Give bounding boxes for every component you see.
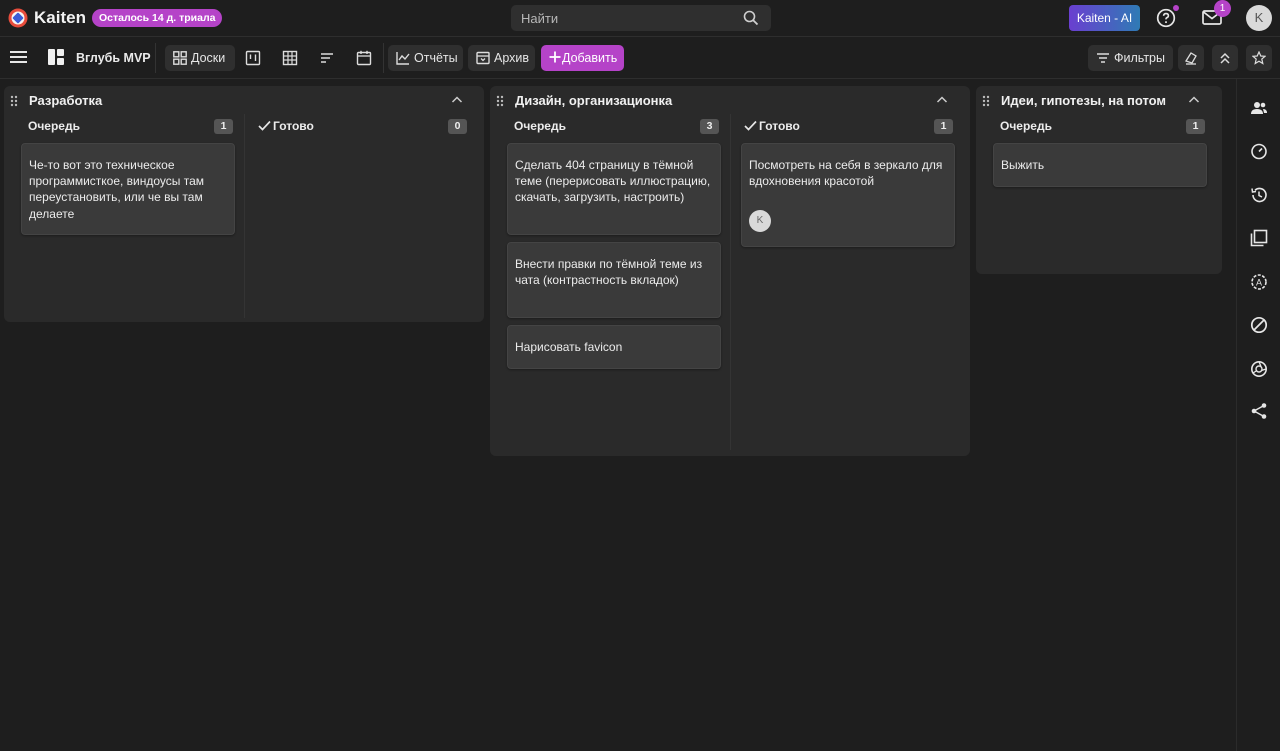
filters-button[interactable]: Фильтры (1088, 45, 1173, 71)
card-text: Че-то вот это техническое программисткое… (29, 158, 205, 221)
column-title-queue[interactable]: Очередь (1000, 119, 1052, 133)
table-icon (282, 50, 298, 66)
reports-icon (396, 52, 410, 65)
card[interactable]: Внести правки по тёмной теме из чата (ко… (507, 242, 721, 318)
help-notification-dot (1173, 5, 1179, 11)
drag-handle-icon[interactable] (10, 95, 18, 107)
card-text: Нарисовать favicon (515, 340, 623, 354)
history-icon[interactable] (1250, 186, 1268, 204)
collapse-all-button[interactable] (1212, 45, 1238, 71)
search-placeholder: Найти (521, 11, 559, 26)
card-text: Выжить (1001, 158, 1045, 172)
star-icon (1252, 51, 1266, 65)
boards-view-button[interactable]: Доски (165, 45, 235, 71)
archive-label: Архив (494, 51, 530, 65)
users-icon[interactable] (1250, 99, 1268, 117)
card-assignee-avatar[interactable]: K (749, 210, 771, 232)
board-design: Дизайн, организационка Очередь 3 Сделать… (490, 86, 970, 456)
eraser-icon (1185, 52, 1197, 65)
column-title-done[interactable]: Готово (273, 119, 314, 133)
kanban-view-button[interactable] (240, 45, 266, 71)
column-count: 3 (700, 119, 719, 134)
user-avatar[interactable]: K (1246, 5, 1272, 31)
space-icon (48, 49, 64, 65)
automation-icon[interactable]: A (1250, 273, 1268, 291)
check-icon (744, 120, 757, 131)
filter-icon (1097, 53, 1109, 63)
search-icon[interactable] (743, 10, 759, 26)
top-bar: Kaiten Осталось 14 д. триала Найти Kaite… (0, 0, 1280, 37)
board-title[interactable]: Разработка (29, 93, 102, 108)
search-input[interactable]: Найти (511, 5, 771, 31)
card[interactable]: Нарисовать favicon (507, 325, 721, 369)
calendar-view-button[interactable] (351, 45, 377, 71)
kanban-icon (245, 50, 261, 66)
card-text: Посмотреть на себя в зеркало для вдохнов… (749, 158, 943, 189)
plus-icon (549, 51, 561, 63)
column-title-queue[interactable]: Очередь (514, 119, 566, 133)
table-view-button[interactable] (277, 45, 303, 71)
card-text: Внести правки по тёмной теме из чата (ко… (515, 257, 703, 288)
column-count: 1 (1186, 119, 1205, 134)
board-ideas: Идеи, гипотезы, на потом Очередь 1 Выжит… (976, 86, 1222, 274)
drag-handle-icon[interactable] (982, 95, 990, 107)
divider (383, 43, 384, 73)
archive-icon (476, 51, 490, 65)
calendar-icon (356, 50, 372, 66)
chevron-up-icon[interactable] (1188, 95, 1200, 105)
chevron-up-icon[interactable] (451, 95, 463, 105)
copy-icon[interactable] (1250, 229, 1268, 247)
space-name[interactable]: Вглубь MVP (76, 51, 151, 65)
timer-icon[interactable] (1250, 142, 1268, 160)
notification-badge: 1 (1214, 0, 1231, 17)
trial-badge[interactable]: Осталось 14 д. триала (92, 9, 223, 27)
chevrons-up-icon (1220, 52, 1230, 64)
board-title[interactable]: Дизайн, организационка (515, 93, 672, 108)
archive-button[interactable]: Архив (468, 45, 535, 71)
chevron-up-icon[interactable] (936, 95, 948, 105)
check-icon (258, 120, 271, 131)
favorite-button[interactable] (1246, 45, 1272, 71)
help-icon[interactable] (1156, 8, 1176, 28)
divider (155, 43, 156, 73)
board-development: Разработка Очередь 1 Че-то вот это техни… (4, 86, 484, 322)
card-text: Сделать 404 страницу в тёмной теме (пере… (515, 158, 711, 205)
block-icon[interactable] (1250, 316, 1268, 334)
column-count: 1 (934, 119, 953, 134)
right-sidebar: A (1236, 79, 1280, 751)
share-icon[interactable] (1250, 402, 1268, 420)
card[interactable]: Выжить (993, 143, 1207, 187)
drag-handle-icon[interactable] (496, 95, 504, 107)
column-count: 0 (448, 119, 467, 134)
kaiten-ai-button[interactable]: Kaiten - AI (1069, 5, 1140, 31)
aperture-icon[interactable] (1250, 360, 1268, 378)
list-view-button[interactable] (314, 45, 340, 71)
kaiten-logo-icon[interactable] (8, 8, 28, 28)
add-label: Добавить (562, 51, 618, 65)
card[interactable]: Че-то вот это техническое программисткое… (21, 143, 235, 235)
reports-button[interactable]: Отчёты (388, 45, 463, 71)
column-count: 1 (214, 119, 233, 134)
boards-label: Доски (191, 51, 226, 65)
svg-text:A: A (1256, 278, 1262, 288)
menu-icon[interactable] (10, 50, 28, 64)
card[interactable]: Сделать 404 страницу в тёмной теме (пере… (507, 143, 721, 235)
board-toolbar: Вглубь MVP Доски Отчёты Архив Добавить Ф… (0, 37, 1280, 79)
column-divider (244, 114, 245, 318)
sort-list-icon (321, 53, 333, 63)
filters-label: Фильтры (1114, 51, 1165, 65)
eraser-button[interactable] (1178, 45, 1204, 71)
card[interactable]: Посмотреть на себя в зеркало для вдохнов… (741, 143, 955, 247)
board-view-icon (173, 51, 187, 65)
add-button[interactable]: Добавить (541, 45, 624, 71)
board-title[interactable]: Идеи, гипотезы, на потом (1001, 93, 1166, 108)
column-divider (730, 114, 731, 450)
column-title-done[interactable]: Готово (759, 119, 800, 133)
brand-name[interactable]: Kaiten (34, 8, 86, 28)
column-title-queue[interactable]: Очередь (28, 119, 80, 133)
reports-label: Отчёты (414, 51, 458, 65)
